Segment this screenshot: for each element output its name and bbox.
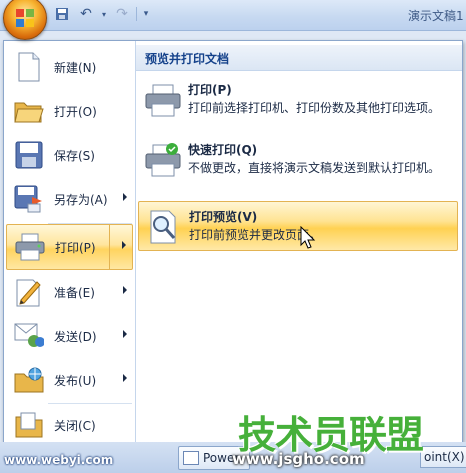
menu-item-publish[interactable]: 发布(U)	[6, 358, 133, 402]
option-title: 快速打印(Q)	[188, 143, 258, 157]
option-title: 打印(P)	[188, 83, 232, 97]
option-description: 不做更改，直接将演示文稿发送到默认打印机。	[188, 161, 441, 175]
printer-icon	[13, 230, 47, 264]
undo-dropdown-icon[interactable]: ▾	[100, 5, 108, 23]
undo-icon[interactable]: ↶	[76, 5, 96, 23]
panel-header: 预览并打印文档	[136, 45, 462, 71]
quick-print-option[interactable]: 快速打印(Q) 不做更改，直接将演示文稿发送到默认打印机。	[138, 135, 458, 193]
menu-item-prepare[interactable]: 准备(E)	[6, 270, 133, 314]
customize-icon[interactable]: ▾	[141, 5, 151, 23]
submenu-arrow-icon	[123, 330, 127, 338]
office-menu: 新建(N) 打开(O) 保存(S) 另存为(A) 打印(P) 准备(E) 发送(…	[3, 40, 463, 443]
menu-item-save-as[interactable]: 另存为(A)	[6, 177, 133, 221]
menu-item-label: 打印(P)	[55, 240, 96, 255]
window-title: 演示文稿1	[408, 9, 464, 23]
open-folder-icon	[12, 94, 46, 128]
submenu-arrow-icon[interactable]	[122, 241, 126, 249]
menu-item-label: 发送(D)	[54, 329, 97, 344]
send-icon	[12, 319, 46, 353]
menu-left-column: 新建(N) 打开(O) 保存(S) 另存为(A) 打印(P) 准备(E) 发送(…	[4, 41, 136, 442]
print-preview-icon	[150, 210, 176, 244]
print-preview-option[interactable]: 打印预览(V) 打印前预览并更改页面。	[138, 201, 458, 251]
mouse-cursor-icon	[300, 226, 316, 249]
option-title: 打印预览(V)	[189, 210, 258, 224]
document-icon	[183, 451, 199, 465]
menu-item-print[interactable]: 打印(P)	[6, 224, 133, 270]
publish-icon	[12, 363, 46, 397]
new-document-icon	[12, 50, 46, 84]
exit-task-button[interactable]: oint(X)	[420, 446, 466, 468]
menu-item-close[interactable]: 关闭(C)	[6, 403, 133, 447]
menu-item-label: 打开(O)	[54, 104, 97, 119]
submenu-arrow-icon	[123, 286, 127, 294]
menu-item-open[interactable]: 打开(O)	[6, 89, 133, 133]
toolbar-separator	[136, 7, 137, 21]
submenu-arrow-icon	[123, 374, 127, 382]
office-button[interactable]	[3, 0, 47, 40]
menu-item-label: 另存为(A)	[54, 192, 108, 207]
redo-icon[interactable]: ↷	[112, 5, 132, 23]
quick-print-icon	[145, 143, 181, 177]
title-bar: ↶ ▾ ↷ ▾ 演示文稿1	[0, 0, 466, 40]
menu-item-label: 关闭(C)	[54, 418, 96, 433]
option-description: 打印前选择打印机、打印份数及其他打印选项。	[188, 101, 441, 115]
print-submenu-panel: 预览并打印文档 打印(P) 打印前选择打印机、打印份数及其他打印选项。 快速打印…	[136, 41, 462, 442]
close-folder-icon	[12, 408, 46, 442]
save-as-icon	[12, 182, 46, 216]
site-watermark-left: www.webyi.com	[4, 453, 114, 467]
office-logo-icon	[16, 9, 34, 27]
quick-access-toolbar: ↶ ▾ ↷ ▾	[52, 5, 151, 23]
print-option[interactable]: 打印(P) 打印前选择打印机、打印份数及其他打印选项。	[138, 75, 458, 131]
menu-item-new[interactable]: 新建(N)	[6, 45, 133, 89]
option-description: 打印前预览并更改页面。	[189, 228, 322, 242]
task-button-label: oint(X)	[424, 450, 465, 464]
menu-item-send[interactable]: 发送(D)	[6, 314, 133, 358]
menu-item-label: 准备(E)	[54, 285, 95, 300]
panel-title: 预览并打印文档	[145, 52, 230, 66]
prepare-icon	[12, 275, 46, 309]
printer-icon	[145, 84, 181, 117]
menu-item-label: 新建(N)	[54, 60, 97, 75]
save-icon[interactable]	[52, 5, 72, 23]
submenu-arrow-icon	[123, 193, 127, 201]
menu-item-label: 发布(U)	[54, 373, 97, 388]
menu-item-label: 保存(S)	[54, 148, 95, 163]
split-divider	[109, 225, 110, 269]
menu-item-save[interactable]: 保存(S)	[6, 133, 133, 177]
save-disk-icon	[12, 138, 46, 172]
watermark-url: www.jsgho.com	[232, 450, 365, 468]
